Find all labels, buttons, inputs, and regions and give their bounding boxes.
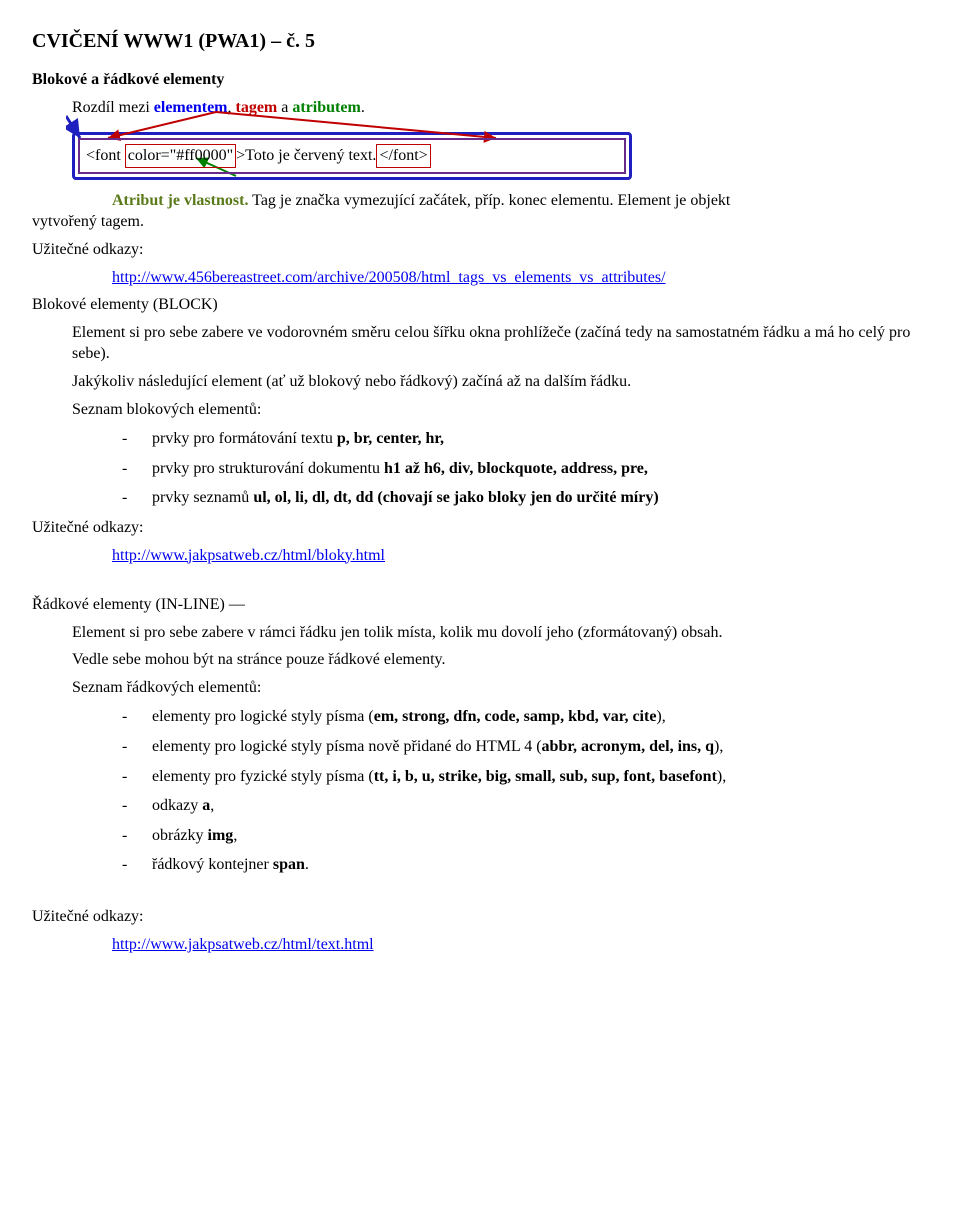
li-bold: a [202, 797, 210, 814]
list-item: řádkový kontejner span. [112, 854, 928, 876]
code-close-tag-box: </font> [376, 144, 430, 168]
intro-line: Rozdíl mezi elementem, tagem a atributem… [72, 97, 928, 119]
section-heading-block-inline: Blokové a řádkové elementy [32, 69, 928, 91]
link-456bereastreet[interactable]: http://www.456bereastreet.com/archive/20… [112, 269, 666, 286]
li-post: , [210, 797, 214, 814]
li-post: , [233, 827, 237, 844]
paragraph-attr-explain: Atribut je vlastnost. Tag je značka vyme… [32, 190, 928, 233]
code-open-tag-close: > [236, 147, 245, 164]
code-text-content: Toto je červený text. [245, 147, 376, 164]
useful-links-label-3: Užitečné odkazy: [32, 906, 928, 928]
page-title: CVIČENÍ WWW1 (PWA1) – č. 5 [32, 28, 928, 55]
list-item: elementy pro fyzické styly písma (tt, i,… [112, 766, 928, 788]
link-jakpsatweb-bloky[interactable]: http://www.jakpsatweb.cz/html/bloky.html [112, 547, 385, 564]
code-open-tag: <font [86, 147, 125, 164]
inline-elements-heading: Řádkové elementy (IN-LINE) –– [32, 594, 928, 616]
intro-end: . [361, 99, 365, 116]
block-p1: Element si pro sebe zabere ve vodorovném… [72, 322, 928, 365]
intro-sep: , [228, 99, 236, 116]
word-tagem: tagem [236, 99, 278, 116]
li-post: ), [714, 738, 723, 755]
attr-rest: Tag je značka vymezující začátek, příp. … [252, 192, 730, 209]
li-text: elementy pro logické styly písma ( [152, 708, 374, 725]
list-item: prvky pro formátování textu p, br, cente… [112, 428, 928, 450]
word-elementem: elementem [154, 99, 228, 116]
inline-p1: Element si pro sebe zabere v rámci řádku… [72, 622, 928, 644]
code-attribute-box: color="#ff0000" [125, 144, 236, 168]
link-jakpsatweb-text[interactable]: http://www.jakpsatweb.cz/html/text.html [112, 936, 374, 953]
attr-lead: Atribut je vlastnost. [112, 192, 248, 209]
list-item: prvky seznamů ul, ol, li, dl, dt, dd (ch… [112, 487, 928, 509]
code-example-box: <font color="#ff0000">Toto je červený te… [72, 132, 632, 180]
list-item: prvky pro strukturování dokumentu h1 až … [112, 458, 928, 480]
li-post: ), [656, 708, 665, 725]
li-bold: p, br, center, hr, [337, 430, 444, 447]
word-atributem: atributem [292, 99, 360, 116]
li-text: prvky seznamů [152, 489, 253, 506]
inline-p3: Seznam řádkových elementů: [72, 677, 928, 699]
li-bold: span [273, 856, 305, 873]
li-bold: h1 až h6, div, blockquote, address, pre, [384, 460, 648, 477]
li-bold: em, strong, dfn, code, samp, kbd, var, c… [374, 708, 657, 725]
list-item: obrázky img, [112, 825, 928, 847]
li-bold: ul, ol, li, dl, dt, dd (chovají se jako … [253, 489, 658, 506]
li-post: ), [717, 768, 726, 785]
li-text: obrázky [152, 827, 208, 844]
block-elements-list: prvky pro formátování textu p, br, cente… [32, 428, 928, 509]
list-item: odkazy a, [112, 795, 928, 817]
li-text: prvky pro formátování textu [152, 430, 337, 447]
li-text: řádkový kontejner [152, 856, 273, 873]
intro-text: Rozdíl mezi [72, 99, 154, 116]
li-bold: abbr, acronym, del, ins, q [542, 738, 714, 755]
li-text: elementy pro fyzické styly písma ( [152, 768, 374, 785]
inline-p2: Vedle sebe mohou být na stránce pouze řá… [72, 649, 928, 671]
block-p2: Jakýkoliv následující element (ať už blo… [72, 371, 928, 393]
useful-links-label-2: Užitečné odkazy: [32, 517, 928, 539]
li-post: . [305, 856, 309, 873]
li-text: elementy pro logické styly písma nově př… [152, 738, 542, 755]
list-item: elementy pro logické styly písma (em, st… [112, 706, 928, 728]
li-bold: tt, i, b, u, strike, big, small, sub, su… [374, 768, 717, 785]
list-item: elementy pro logické styly písma nově př… [112, 736, 928, 758]
li-text: prvky pro strukturování dokumentu [152, 460, 384, 477]
block-elements-heading: Blokové elementy (BLOCK) [32, 294, 928, 316]
li-text: odkazy [152, 797, 202, 814]
block-p3: Seznam blokových elementů: [72, 399, 928, 421]
li-bold: img [208, 827, 234, 844]
attr-rest2: vytvořený tagem. [32, 213, 144, 230]
inline-elements-list: elementy pro logické styly písma (em, st… [32, 706, 928, 876]
intro-sep2: a [277, 99, 292, 116]
useful-links-label-1: Užitečné odkazy: [32, 239, 928, 261]
